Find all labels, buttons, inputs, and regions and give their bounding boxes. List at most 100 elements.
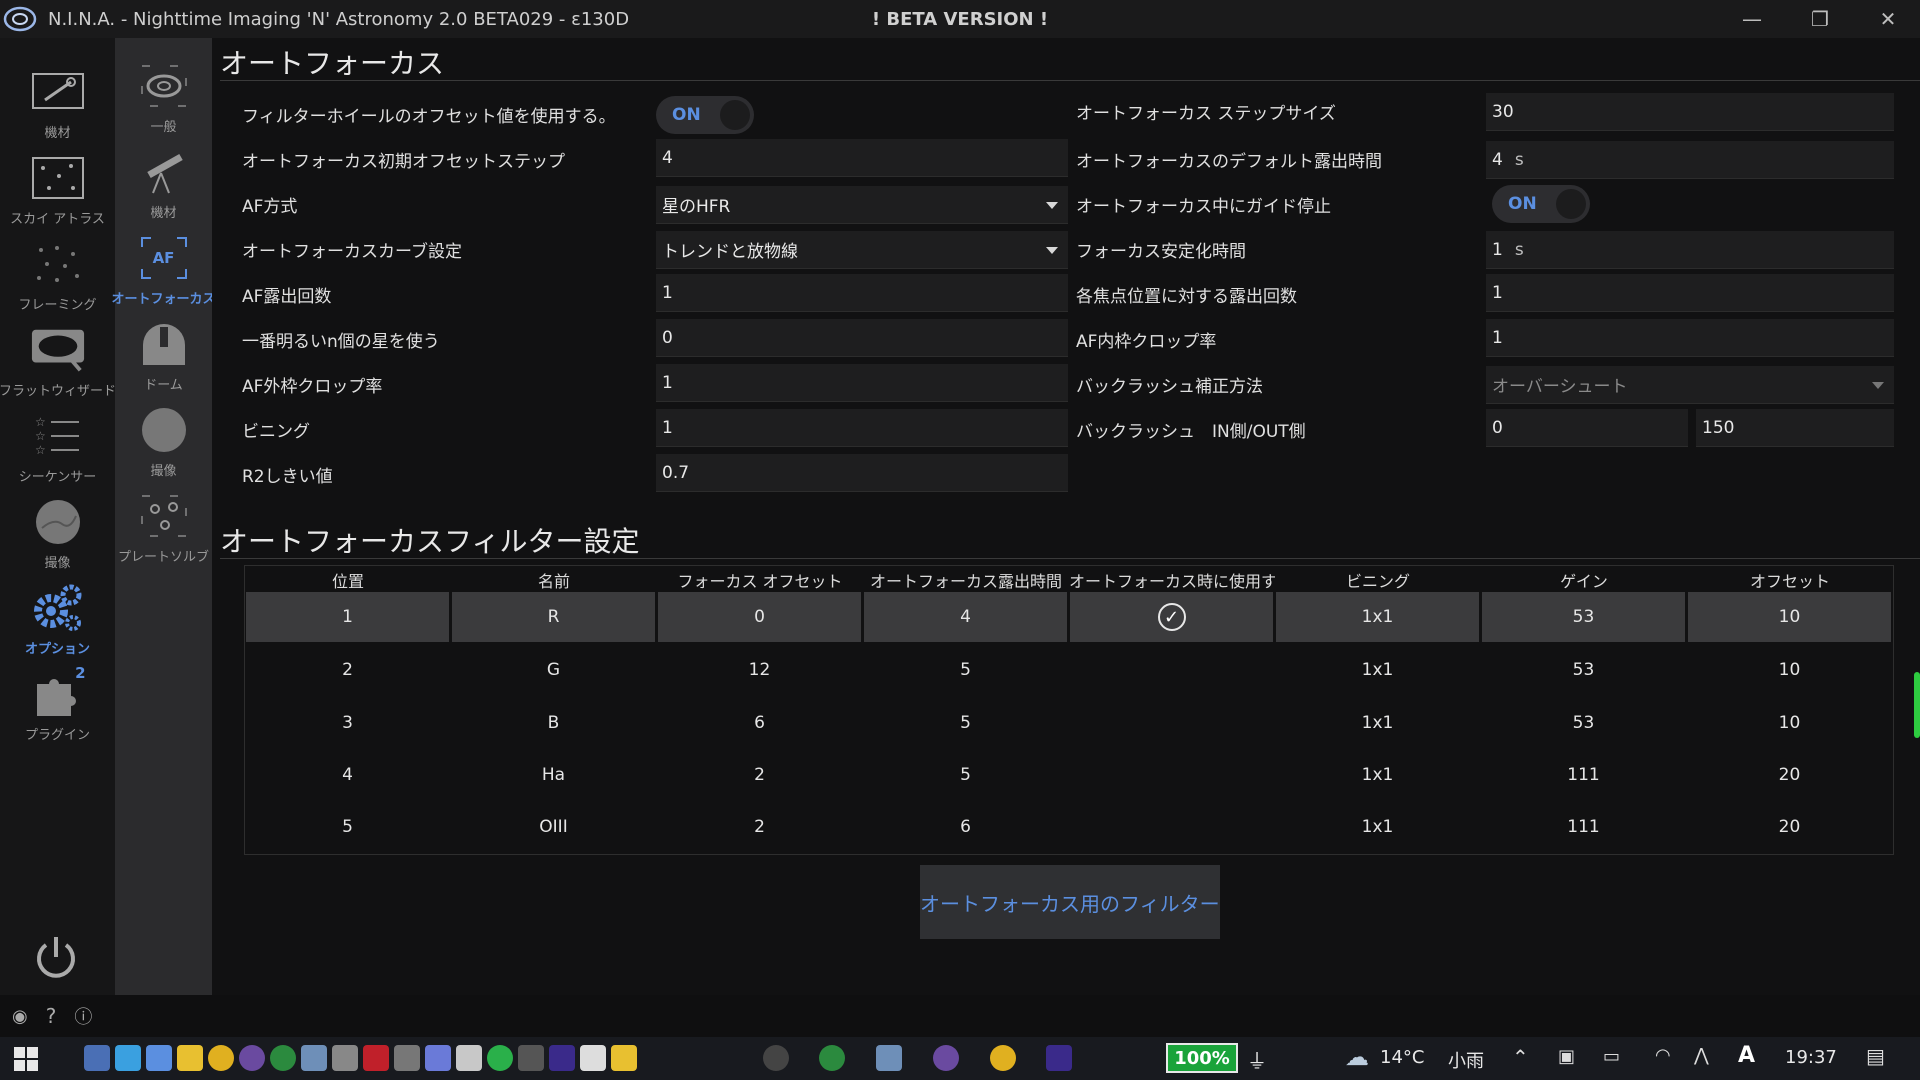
battery-indicator[interactable]: 100% <box>1166 1043 1238 1073</box>
running-nina-icon[interactable] <box>876 1045 902 1071</box>
cell-position: 1 <box>246 592 449 642</box>
battery-icon[interactable]: ▭ <box>1603 1046 1620 1067</box>
nina-taskbar-icon[interactable] <box>301 1045 327 1071</box>
table-row[interactable]: 3 B 6 5 1x1 53 10 <box>245 698 1893 750</box>
column-header[interactable]: フォーカス オフセット <box>657 568 863 592</box>
column-header[interactable]: ビニング <box>1275 568 1481 592</box>
subnav-autofocus[interactable]: AF オートフォーカス <box>112 224 216 310</box>
nav-equipment[interactable]: 機材 <box>0 58 115 144</box>
outer-crop-input[interactable]: 1 <box>656 364 1068 402</box>
subnav-imaging[interactable]: 撮像 <box>115 396 212 482</box>
af-method-select[interactable]: 星のHFR <box>656 186 1068 224</box>
mail-icon[interactable] <box>580 1045 606 1071</box>
camera-icon[interactable]: ▣ <box>1558 1046 1575 1067</box>
cell-use-for-af[interactable] <box>1070 750 1273 800</box>
r2-threshold-value: 0.7 <box>662 462 690 483</box>
phd2-icon[interactable] <box>270 1045 296 1071</box>
column-header[interactable]: オートフォーカス時に使用する <box>1069 568 1275 592</box>
clock-time[interactable]: 19:37 <box>1785 1047 1837 1068</box>
shield-app-icon[interactable] <box>84 1045 110 1071</box>
default-exposure-input[interactable]: 4s <box>1486 141 1894 179</box>
frames-per-point-input[interactable]: 1 <box>1486 274 1894 312</box>
inner-crop-input[interactable]: 1 <box>1486 319 1894 357</box>
weather-text[interactable]: 小雨 <box>1448 1047 1484 1073</box>
notes-icon[interactable] <box>611 1045 637 1071</box>
use-filter-offsets-toggle[interactable]: ON <box>656 96 754 134</box>
column-header[interactable]: オフセット <box>1687 568 1893 592</box>
af-curve-label: オートフォーカスカーブ設定 <box>242 242 462 262</box>
close-button[interactable]: ✕ <box>1856 0 1920 38</box>
app-icon[interactable] <box>394 1045 420 1071</box>
af-exposures-input[interactable]: 1 <box>656 274 1068 312</box>
af-curve-select[interactable]: トレンドと放物線 <box>656 231 1068 269</box>
windows-start-icon[interactable] <box>14 1047 38 1071</box>
vix-icon[interactable] <box>549 1045 575 1071</box>
stop-guiding-toggle[interactable]: ON <box>1492 185 1590 223</box>
running-vix-icon[interactable] <box>1046 1045 1072 1071</box>
subnav-general[interactable]: 一般 <box>115 52 212 138</box>
column-header[interactable]: ゲイン <box>1481 568 1687 592</box>
chevron-up-icon[interactable]: ⌃ <box>1512 1045 1529 1069</box>
column-header[interactable]: 位置 <box>245 568 451 592</box>
info-icon[interactable]: ⓘ <box>74 1003 92 1029</box>
folder-icon[interactable] <box>177 1045 203 1071</box>
sync-icon[interactable] <box>487 1045 513 1071</box>
notification-icon[interactable]: ▤ <box>1866 1044 1885 1068</box>
maximize-button[interactable]: ❐ <box>1788 0 1852 38</box>
nav-plugins[interactable]: 2 プラグイン <box>0 660 115 746</box>
app-icon[interactable] <box>456 1045 482 1071</box>
app-icon[interactable] <box>332 1045 358 1071</box>
initial-offset-input[interactable]: 4 <box>656 139 1068 177</box>
nav-options[interactable]: オプション <box>0 574 115 660</box>
scroll-indicator[interactable] <box>1914 672 1920 738</box>
power-icon[interactable] <box>32 933 80 981</box>
eye-icon[interactable]: ◉ <box>12 1006 28 1027</box>
wifi-icon[interactable]: ◠ <box>1655 1045 1671 1066</box>
nav-framing[interactable]: フレーミング <box>0 230 115 316</box>
running-chrome-icon[interactable] <box>990 1045 1016 1071</box>
cell-use-for-af[interactable] <box>1070 645 1273 695</box>
options-subnav: 一般 機材 AF オートフォーカス ドーム 撮像 プレートソルブ <box>112 38 216 995</box>
stellarium-icon[interactable] <box>239 1045 265 1071</box>
table-row[interactable]: 4 Ha 2 5 1x1 111 20 <box>245 750 1893 802</box>
subnav-label: ドーム <box>144 378 183 393</box>
network-app-icon[interactable] <box>146 1045 172 1071</box>
running-app-icon[interactable] <box>763 1045 789 1071</box>
help-icon[interactable]: ? <box>46 1004 57 1028</box>
table-row[interactable]: 1 R 0 4 ✓ 1x1 53 10 <box>245 592 1893 644</box>
table-row[interactable]: 2 G 12 5 1x1 53 10 <box>245 645 1893 697</box>
r2-threshold-input[interactable]: 0.7 <box>656 454 1068 492</box>
column-header[interactable]: 名前 <box>451 568 657 592</box>
column-header[interactable]: オートフォーカス露出時間 <box>863 568 1069 592</box>
control-panel-icon[interactable] <box>115 1045 141 1071</box>
backlash-method-select[interactable]: オーバーシュート <box>1486 366 1894 404</box>
app-icon[interactable] <box>425 1045 451 1071</box>
chrome-icon[interactable] <box>208 1045 234 1071</box>
subnav-plate-solve[interactable]: プレートソルブ <box>115 482 212 568</box>
brightest-stars-input[interactable]: 0 <box>656 319 1068 357</box>
subnav-equipment[interactable]: 機材 <box>115 138 212 224</box>
set-af-filter-button[interactable]: オートフォーカス用のフィルターとして選択 <box>920 865 1220 939</box>
running-phd2-icon[interactable] <box>819 1045 845 1071</box>
settle-time-input[interactable]: 1s <box>1486 231 1894 269</box>
cell-use-for-af[interactable] <box>1070 698 1273 748</box>
nav-flat-wizard[interactable]: フラットウィザード <box>0 316 116 402</box>
nav-imaging[interactable]: 撮像 <box>0 488 115 574</box>
running-stellarium-icon[interactable] <box>933 1045 959 1071</box>
cell-use-for-af[interactable] <box>1070 802 1273 852</box>
step-size-input[interactable]: 30 <box>1486 93 1894 131</box>
cell-use-for-af[interactable]: ✓ <box>1070 592 1273 642</box>
app-tray-icon[interactable]: ⋀ <box>1694 1045 1709 1066</box>
app-icon[interactable] <box>518 1045 544 1071</box>
table-row[interactable]: 5 OIII 2 6 1x1 111 20 <box>245 802 1893 854</box>
asi-icon[interactable] <box>363 1045 389 1071</box>
nav-sky-atlas[interactable]: スカイ アトラス <box>0 144 115 230</box>
weather-temp[interactable]: 14°C <box>1380 1047 1424 1068</box>
ime-icon[interactable]: A <box>1738 1043 1755 1068</box>
subnav-dome[interactable]: ドーム <box>115 310 212 396</box>
backlash-in-input[interactable]: 0 <box>1486 409 1688 447</box>
backlash-out-input[interactable]: 150 <box>1696 409 1894 447</box>
minimize-button[interactable]: — <box>1720 0 1784 38</box>
nav-sequencer[interactable]: ☆ ☆ ☆ シーケンサー <box>0 402 115 488</box>
binning-input[interactable]: 1 <box>656 409 1068 447</box>
